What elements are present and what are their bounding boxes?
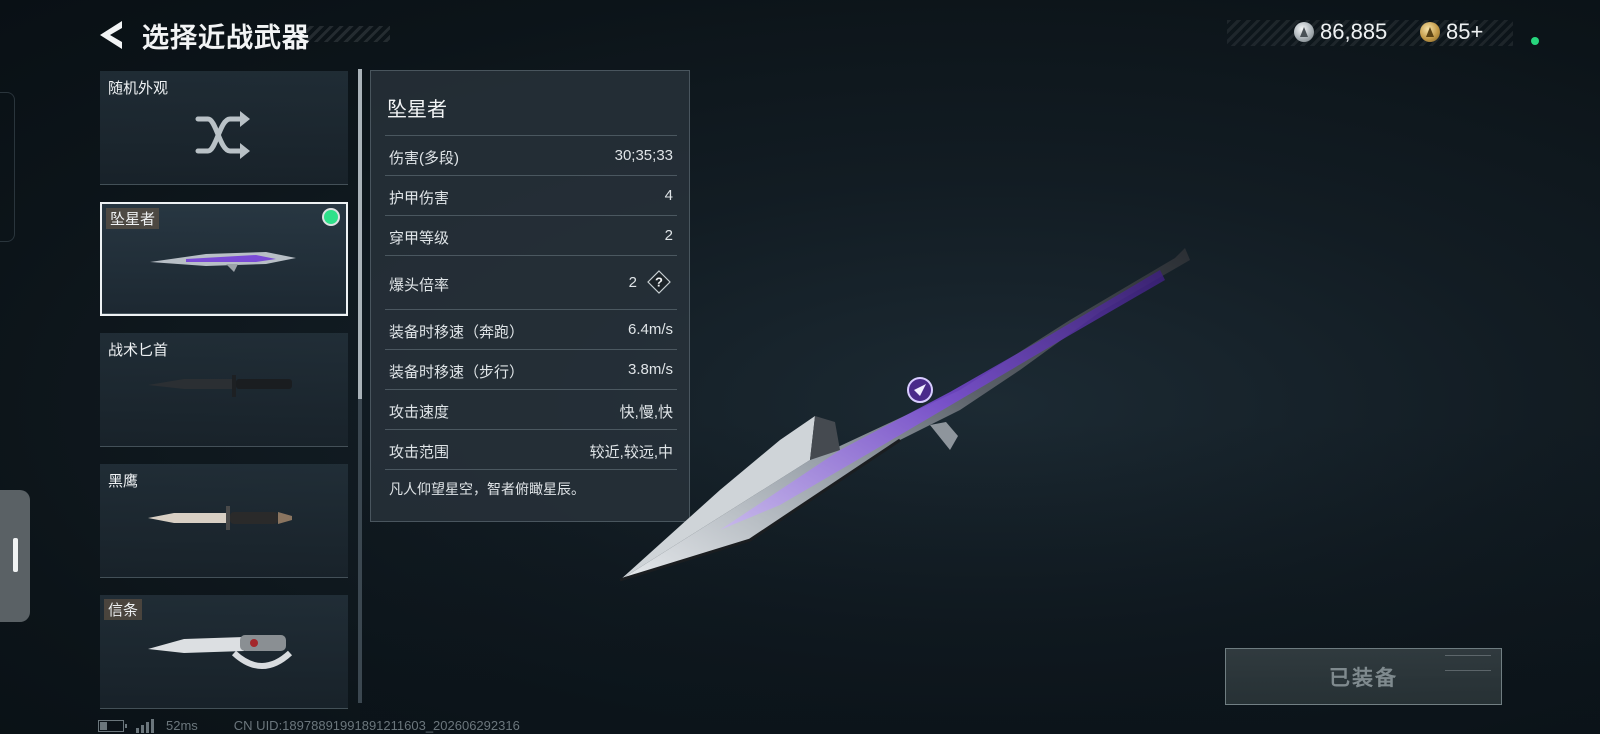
weapon-card-random[interactable]: 随机外观 — [100, 71, 348, 185]
weapon-card-creed[interactable]: 信条 — [100, 595, 348, 709]
stat-label: 爆头倍率 — [389, 277, 450, 294]
weapon-list: 随机外观 坠星者 战术匕首 黑鹰 信条 — [100, 71, 348, 711]
battery-icon — [98, 719, 127, 732]
weapon-card-label: 黑鹰 — [108, 473, 139, 490]
status-line: 52ms CN UID:18978891991891211603_2026062… — [98, 718, 520, 733]
online-status-dot — [1531, 37, 1539, 45]
weapon-description: 凡人仰望星空，智者俯瞰星辰。 — [389, 481, 585, 497]
stat-label: 穿甲等级 — [389, 230, 450, 247]
weapon-card-label: 随机外观 — [108, 80, 169, 97]
list-scrollbar-thumb[interactable] — [358, 69, 362, 399]
black-hawk-knife-icon — [148, 506, 292, 530]
gold-token-icon — [1420, 22, 1440, 42]
edge-tab — [0, 92, 15, 242]
weapon-card-label: 战术匕首 — [108, 342, 169, 359]
stat-label: 护甲伤害 — [389, 190, 450, 207]
title-decoration — [300, 26, 390, 42]
creed-knife-icon — [148, 635, 293, 669]
weapon-name: 坠星者 — [387, 99, 447, 121]
currency-silver-value: 86,885 — [1320, 19, 1388, 44]
weapon-card-black-hawk[interactable]: 黑鹰 — [100, 464, 348, 578]
ping-value: 52ms — [166, 718, 198, 733]
button-decoration — [1445, 655, 1491, 671]
currency-gold-value: 85+ — [1446, 19, 1484, 44]
signal-icon — [136, 718, 154, 733]
stat-label: 伤害(多段) — [389, 150, 459, 167]
currency-silver[interactable]: 86,885 — [1294, 19, 1387, 45]
stat-value: 4 — [664, 187, 673, 204]
equipped-button[interactable]: 已装备 — [1225, 648, 1502, 705]
equipped-indicator — [324, 210, 338, 224]
weapon-card-starfall[interactable]: 坠星者 — [100, 202, 348, 316]
currency-gold[interactable]: 85+ — [1420, 19, 1483, 45]
stat-label: 攻击速度 — [389, 404, 450, 421]
stat-row-armor-damage: 护甲伤害 4 — [385, 175, 677, 216]
weapon-card-tactical-dagger[interactable]: 战术匕首 — [100, 333, 348, 447]
weapon-card-label: 坠星者 — [106, 208, 160, 229]
stat-label: 装备时移速（步行） — [389, 364, 525, 381]
stat-label: 装备时移速（奔跑） — [389, 324, 525, 341]
tactical-dagger-icon — [148, 375, 292, 397]
equipped-button-label: 已装备 — [1329, 666, 1398, 690]
side-drawer-handle[interactable] — [0, 490, 30, 622]
stat-value: 30;35;33 — [614, 147, 673, 164]
page-title: 选择近战武器 — [142, 23, 310, 53]
stat-row-damage: 伤害(多段) 30;35;33 — [385, 135, 677, 176]
back-arrow-icon[interactable] — [96, 18, 130, 52]
weapon-preview-model[interactable] — [600, 240, 1220, 590]
stat-label: 攻击范围 — [389, 444, 450, 461]
silver-coin-icon — [1294, 22, 1314, 42]
starfall-knife-icon — [150, 252, 296, 272]
shuffle-icon — [195, 111, 250, 159]
user-uid: CN UID:18978891991891211603_202606292316 — [233, 718, 520, 733]
weapon-card-label: 信条 — [104, 599, 143, 620]
